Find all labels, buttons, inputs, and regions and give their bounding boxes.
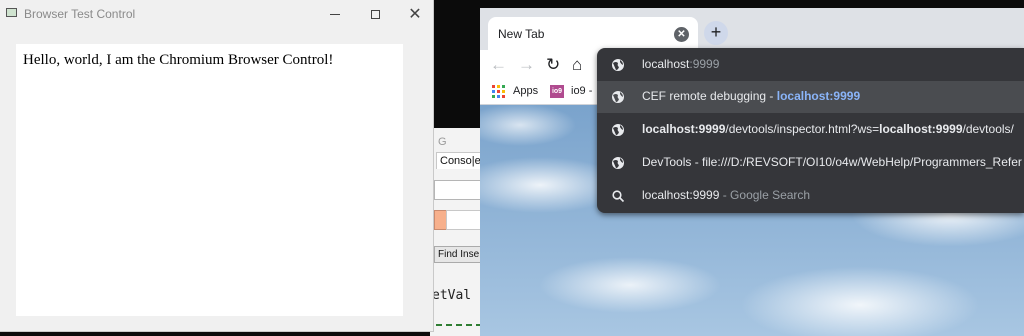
suggestion-row[interactable]: localhost:9999 xyxy=(597,49,1024,81)
io9-icon[interactable]: io9 xyxy=(550,85,564,98)
plus-icon: + xyxy=(710,22,722,42)
globe-icon xyxy=(612,59,624,71)
tab-strip: New Tab ✕ + xyxy=(480,8,1024,51)
browser-test-control-window: Browser Test Control ✕ Hello, world, I a… xyxy=(0,0,434,332)
apps-grid-dot xyxy=(502,95,505,98)
apps-grid-dot xyxy=(502,90,505,93)
app-icon xyxy=(6,8,17,17)
globe-icon xyxy=(612,91,624,103)
forward-icon[interactable]: → xyxy=(518,55,535,75)
suggestion-row[interactable]: localhost:9999 - Google Search xyxy=(597,180,1024,212)
apps-grid-dot xyxy=(492,95,495,98)
bg-find-insert-button[interactable]: Find Inse xyxy=(434,246,484,263)
close-icon: ✕ xyxy=(408,6,422,23)
suggestion-row-selected[interactable]: CEF remote debugging - localhost:9999 xyxy=(597,81,1024,113)
tab-title: New Tab xyxy=(498,27,545,41)
browser-control-content[interactable]: Hello, world, I am the Chromium Browser … xyxy=(16,44,403,316)
suggestion-row[interactable]: localhost:9999/devtools/inspector.html?w… xyxy=(597,114,1024,146)
omnibox-dropdown: localhost:9999 CEF remote debugging - lo… xyxy=(597,48,1024,213)
new-tab-button[interactable]: + xyxy=(704,21,728,45)
minimize-button[interactable] xyxy=(315,0,355,28)
hello-text: Hello, world, I am the Chromium Browser … xyxy=(23,52,334,68)
tab-new-tab[interactable]: New Tab ✕ xyxy=(488,17,698,51)
maximize-button[interactable] xyxy=(355,0,395,28)
apps-grid-dot xyxy=(497,85,500,88)
suggestion-text: localhost:9999/devtools/inspector.html?w… xyxy=(642,122,1014,136)
back-icon[interactable]: ← xyxy=(490,55,507,75)
window-title: Browser Test Control xyxy=(24,7,136,21)
suggestion-text: localhost:9999 - Google Search xyxy=(642,188,811,202)
close-button[interactable]: ✕ xyxy=(395,0,435,28)
title-bar[interactable]: Browser Test Control ✕ xyxy=(0,0,434,28)
bookmark-io9[interactable]: io9 - xyxy=(571,85,592,97)
bg-window-title: G xyxy=(438,136,447,148)
apps-grid-dot xyxy=(497,90,500,93)
suggestion-text: localhost:9999 xyxy=(642,57,720,71)
apps-grid-dot xyxy=(497,95,500,98)
suggestion-row[interactable]: DevTools - file:///D:/REVSOFT/OI10/o4w/W… xyxy=(597,147,1024,179)
search-icon xyxy=(612,190,625,203)
suggestion-text: CEF remote debugging - localhost:9999 xyxy=(642,89,861,103)
apps-grid-dot xyxy=(502,85,505,88)
reload-icon[interactable]: ↻ xyxy=(546,55,560,75)
bookmark-apps[interactable]: Apps xyxy=(513,85,538,97)
bg-console-tab[interactable]: Conso|e xyxy=(436,152,485,169)
suggestion-text: DevTools - file:///D:/REVSOFT/OI10/o4w/W… xyxy=(642,155,1022,169)
apps-grid-dot xyxy=(492,85,495,88)
maximize-icon xyxy=(370,9,380,19)
minimize-icon xyxy=(330,13,340,15)
apps-grid-dot xyxy=(492,90,495,93)
globe-icon xyxy=(612,124,624,136)
tab-close-icon[interactable]: ✕ xyxy=(674,27,689,42)
bg-code-text: etVal xyxy=(432,288,472,303)
home-icon[interactable]: ⌂ xyxy=(572,55,582,75)
globe-icon xyxy=(612,157,624,169)
apps-grid-icon[interactable] xyxy=(492,85,505,98)
